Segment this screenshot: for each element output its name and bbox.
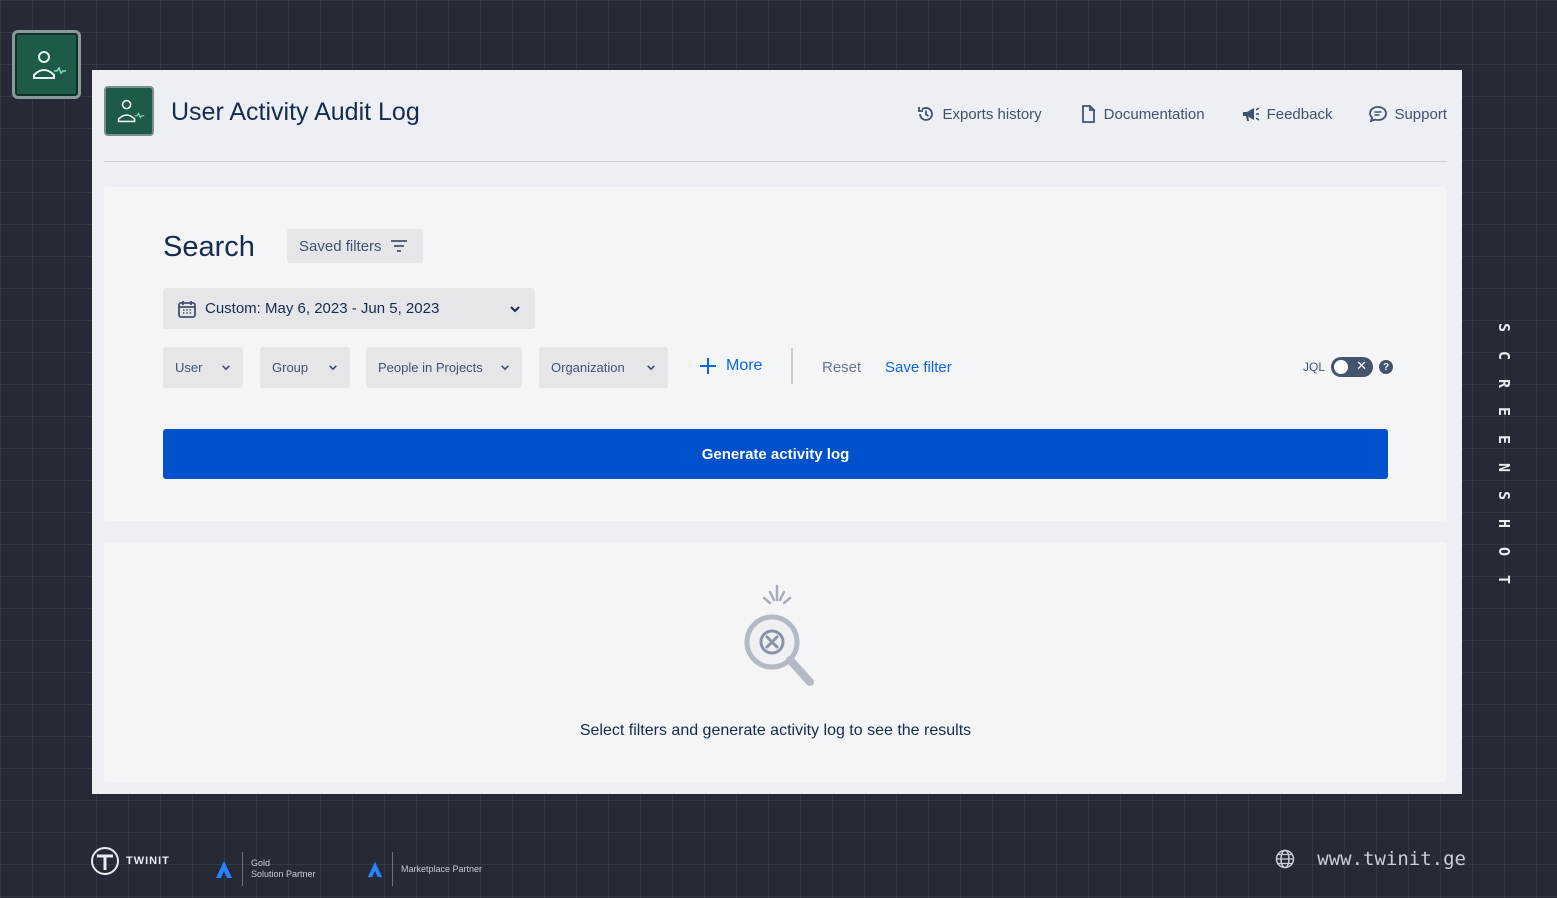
feedback-label: Feedback bbox=[1266, 105, 1333, 123]
brand-name: TWINIT bbox=[126, 855, 170, 867]
gold-partner-badge: Gold Solution Partner bbox=[214, 852, 316, 886]
marketplace-partner-badge: Marketplace Partner bbox=[366, 852, 482, 886]
no-results-magnifier-icon bbox=[744, 584, 814, 686]
jql-toggle-group: JQL ✕ ? bbox=[1303, 357, 1393, 377]
side-letter: O bbox=[1495, 546, 1514, 557]
exports-history-link[interactable]: Exports history bbox=[916, 104, 1042, 124]
toggle-knob bbox=[1334, 360, 1348, 374]
results-panel: Select filters and generate activity log… bbox=[104, 542, 1447, 782]
plus-icon bbox=[700, 358, 716, 374]
app-header: User Activity Audit Log Exports history … bbox=[104, 70, 1447, 162]
toggle-off-icon: ✕ bbox=[1356, 358, 1367, 373]
chevron-down-icon bbox=[501, 365, 509, 371]
partner-text: Marketplace Partner bbox=[401, 863, 483, 874]
partner-tier: Gold bbox=[251, 858, 271, 868]
partner-type: Solution Partner bbox=[251, 869, 316, 879]
app-logo bbox=[104, 86, 154, 136]
globe-icon bbox=[1276, 849, 1295, 869]
date-range-value: Custom: May 6, 2023 - Jun 5, 2023 bbox=[205, 300, 440, 317]
group-filter-label: Group bbox=[272, 360, 309, 375]
app-logo-corner bbox=[12, 30, 81, 99]
more-filters-label: More bbox=[726, 357, 763, 374]
saved-filters-label: Saved filters bbox=[299, 237, 382, 255]
people-in-projects-filter-label: People in Projects bbox=[378, 360, 483, 375]
atlassian-logo-icon bbox=[216, 861, 232, 878]
user-filter-dropdown[interactable]: User bbox=[163, 347, 243, 388]
organization-filter-label: Organization bbox=[551, 360, 625, 375]
generate-activity-log-button[interactable]: Generate activity log bbox=[163, 429, 1388, 479]
side-letter: T bbox=[1495, 574, 1514, 585]
jql-label: JQL bbox=[1302, 360, 1325, 374]
documentation-label: Documentation bbox=[1103, 105, 1205, 123]
filter-divider bbox=[791, 348, 793, 384]
user-filter-label: User bbox=[175, 360, 203, 375]
feedback-link[interactable]: Feedback bbox=[1241, 104, 1333, 124]
reset-button[interactable]: Reset bbox=[822, 359, 861, 376]
history-icon bbox=[918, 107, 934, 121]
save-filter-button[interactable]: Save filter bbox=[885, 359, 952, 376]
app-window: User Activity Audit Log Exports history … bbox=[92, 70, 1462, 794]
side-letter: R bbox=[1495, 378, 1514, 389]
twinit-brand: TWINIT bbox=[90, 846, 170, 876]
empty-state-message: Select filters and generate activity log… bbox=[579, 722, 972, 739]
exports-history-label: Exports history bbox=[942, 105, 1042, 123]
filter-row: User Group People in Projects Organizati… bbox=[163, 347, 1393, 388]
user-monitor-icon bbox=[117, 99, 145, 123]
partner-text: Gold Solution Partner bbox=[251, 858, 316, 880]
user-monitor-icon bbox=[32, 50, 66, 79]
documentation-link[interactable]: Documentation bbox=[1078, 104, 1205, 124]
side-letter: E bbox=[1495, 406, 1514, 417]
page-title: User Activity Audit Log bbox=[171, 98, 420, 126]
website-url: www.twinit.ge bbox=[1317, 848, 1466, 870]
footer: TWINIT Gold Solution Partner Marketplace… bbox=[0, 836, 1557, 896]
support-label: Support bbox=[1394, 105, 1447, 123]
date-range-picker[interactable]: Custom: May 6, 2023 - Jun 5, 2023 bbox=[163, 288, 535, 329]
side-letter: C bbox=[1495, 350, 1514, 361]
chevron-down-icon bbox=[329, 365, 337, 371]
more-filters-button[interactable]: More bbox=[698, 356, 762, 376]
megaphone-icon bbox=[1242, 107, 1259, 121]
people-in-projects-filter-dropdown[interactable]: People in Projects bbox=[366, 347, 522, 388]
side-letter: E bbox=[1495, 434, 1514, 445]
twinit-logo-icon bbox=[91, 847, 119, 875]
side-label: S C R E E N S H O T bbox=[1494, 318, 1514, 589]
help-icon[interactable]: ? bbox=[1379, 360, 1393, 374]
document-icon bbox=[1081, 105, 1095, 123]
side-letter: S bbox=[1495, 322, 1514, 333]
website-link[interactable]: www.twinit.ge bbox=[1275, 848, 1466, 870]
chevron-down-icon bbox=[222, 365, 230, 371]
chevron-down-icon bbox=[647, 365, 655, 371]
saved-filters-button[interactable]: Saved filters bbox=[287, 229, 423, 263]
partner-divider bbox=[242, 852, 243, 886]
partner-divider bbox=[392, 852, 393, 886]
atlassian-logo-icon bbox=[367, 861, 383, 878]
side-letter: H bbox=[1495, 518, 1514, 529]
jql-toggle[interactable]: ✕ bbox=[1331, 357, 1373, 377]
group-filter-dropdown[interactable]: Group bbox=[260, 347, 350, 388]
calendar-icon bbox=[178, 300, 196, 318]
side-letter: N bbox=[1495, 462, 1514, 473]
side-letter: S bbox=[1495, 490, 1514, 501]
header-nav: Exports history Documentation Feedback S… bbox=[880, 104, 1447, 124]
organization-filter-dropdown[interactable]: Organization bbox=[539, 347, 668, 388]
chat-icon bbox=[1369, 106, 1388, 123]
filter-lines-icon bbox=[390, 240, 407, 252]
chevron-down-icon bbox=[510, 305, 520, 312]
support-link[interactable]: Support bbox=[1368, 104, 1447, 124]
search-panel: Search Saved filters Custom: May 6, 2023… bbox=[104, 187, 1447, 521]
search-title: Search bbox=[163, 231, 255, 263]
